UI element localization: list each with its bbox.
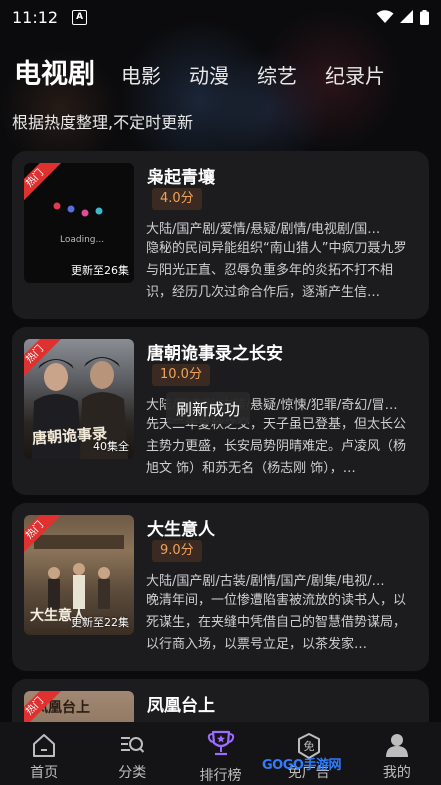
list-item[interactable]: Loading... 热门 更新至26集 枭起青壤 4.0分 大陆/国产剧/爱情… [12, 151, 429, 319]
home-icon [33, 734, 56, 757]
episode-count: 更新至22集 [71, 616, 129, 629]
nav-label: 我的 [382, 765, 411, 781]
signal-icon [400, 10, 413, 23]
tab-movies[interactable]: 电影 [121, 60, 161, 89]
item-tags: 大陆/国产剧/古装/剧情/国产/剧集/电视/… [146, 574, 385, 589]
poster-image: 唐朝诡事录 热门 40集全 [24, 339, 134, 459]
notification-a-icon: A [72, 9, 88, 25]
status-icons [376, 9, 429, 25]
item-title: 大生意人 [147, 520, 215, 540]
list-item[interactable]: 凤凰台上 热门 凤凰台上 [12, 679, 429, 722]
item-description: 晚清年间，一位惨遭陷害被流放的读书人，以死谋生，在夹缝中凭借自己的智慧借势谋局，… [146, 593, 407, 652]
list-item[interactable]: 大生意人 热门 更新至22集 大生意人 9.0分 大陆/国产剧/古装/剧情/国产… [12, 503, 429, 671]
tab-documentary[interactable]: 纪录片 [325, 60, 385, 89]
list-subtitle: 根据热度整理,不定时更新 [12, 113, 194, 132]
bottom-nav: 首页 分类 排行榜 免 免广告 我的 [0, 722, 441, 785]
poster-image: Loading... 热门 更新至26集 [24, 163, 134, 283]
score-badge: 9.0分 [152, 540, 202, 562]
item-tags: 大陆/国产剧/爱情/悬疑/剧情/电视剧/国… [146, 222, 381, 237]
nav-item-home[interactable]: 首页 [0, 722, 88, 785]
category-tabs: 电视剧 电影 动漫 综艺 纪录片 [14, 52, 413, 91]
score-badge: 4.0分 [152, 188, 202, 210]
battery-icon [420, 9, 429, 25]
refresh-toast: 刷新成功 [166, 392, 251, 424]
status-bar: 11:12 A [0, 0, 441, 34]
item-title: 枭起青壤 [147, 168, 215, 188]
score-badge: 10.0分 [152, 364, 210, 386]
loading-text: Loading... [60, 235, 105, 245]
category-search-icon [121, 737, 145, 753]
nav-label: 分类 [118, 765, 147, 781]
tab-variety[interactable]: 综艺 [257, 60, 297, 89]
profile-icon [385, 734, 408, 757]
item-description: 隐秘的民间异能组织“南山猎人”中疯刀聂九罗与阳光正直、忍辱负重多年的炎拓不打不相… [146, 241, 407, 300]
ranking-trophy-icon [207, 730, 234, 756]
nav-item-category[interactable]: 分类 [88, 722, 176, 785]
episode-count: 更新至26集 [71, 264, 129, 277]
nav-item-profile[interactable]: 我的 [353, 722, 441, 785]
tab-tv-series[interactable]: 电视剧 [14, 52, 95, 91]
wifi-icon [376, 10, 394, 23]
poster-image: 凤凰台上 热门 [24, 691, 134, 722]
poster-image: 大生意人 热门 更新至22集 [24, 515, 134, 635]
tab-anime[interactable]: 动漫 [189, 60, 229, 89]
nav-item-ranking[interactable]: 排行榜 [176, 722, 264, 785]
watermark-logo: GOGO手游网 [262, 758, 341, 773]
episode-count: 40集全 [93, 440, 129, 453]
nav-label: 首页 [30, 765, 59, 781]
nav-label: 排行榜 [199, 768, 242, 784]
svg-text:免: 免 [303, 739, 314, 753]
item-title: 凤凰台上 [147, 696, 215, 716]
item-title: 唐朝诡事录之长安 [147, 344, 283, 364]
status-time: 11:12 [12, 7, 59, 27]
